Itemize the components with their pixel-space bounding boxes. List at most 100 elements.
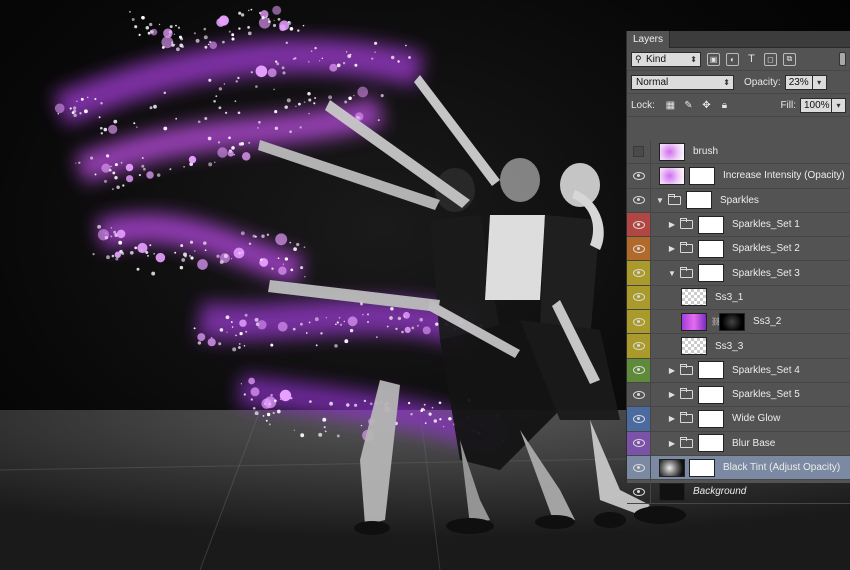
layer-row[interactable]: Increase Intensity (Opacity) <box>627 164 850 189</box>
pixel-layer-filter-icon[interactable]: ▣ <box>707 52 720 66</box>
layer-thumbnail[interactable] <box>681 337 707 356</box>
layer-name[interactable]: Sparkles_Set 1 <box>732 219 800 230</box>
visibility-toggle[interactable] <box>627 334 651 358</box>
layer-thumbnail[interactable] <box>681 288 707 307</box>
layer-name[interactable]: Sparkles_Set 3 <box>732 268 800 279</box>
layer-name[interactable]: Wide Glow <box>732 413 780 424</box>
chevron-right-icon[interactable]: ▶ <box>667 244 677 253</box>
visibility-toggle[interactable] <box>627 310 651 334</box>
visibility-toggle[interactable] <box>627 382 651 407</box>
chevron-right-icon[interactable]: ▶ <box>667 220 677 229</box>
hidden-eye-icon <box>633 146 644 158</box>
layer-row[interactable]: ▶ Blur Base <box>627 431 850 456</box>
layer-row[interactable]: ▶ Sparkles_Set 5 <box>627 382 850 408</box>
visibility-toggle[interactable] <box>627 237 651 261</box>
fill-input[interactable]: 100% <box>800 97 832 113</box>
layer-name[interactable]: Sparkles_Set 4 <box>732 365 800 376</box>
visibility-toggle[interactable] <box>627 261 651 285</box>
lock-all-icon[interactable]: 🔒︎ <box>718 99 731 112</box>
filter-toggle-switch[interactable] <box>839 52 846 66</box>
layer-row[interactable]: ▼ Sparkles_Set 3 <box>627 261 850 286</box>
visibility-toggle[interactable] <box>627 407 651 431</box>
eye-icon <box>632 366 645 375</box>
layer-name[interactable]: Background <box>693 486 746 497</box>
type-layer-filter-icon[interactable]: T <box>745 53 758 66</box>
layer-row[interactable]: ⛓ Ss3_2 <box>627 310 850 335</box>
eye-icon <box>632 196 645 205</box>
layer-thumbnail[interactable] <box>659 166 685 185</box>
layer-name[interactable]: Sparkles_Set 2 <box>732 243 800 254</box>
visibility-toggle[interactable] <box>627 285 651 310</box>
layer-thumbnail[interactable] <box>698 215 724 234</box>
layer-row[interactable]: ▶ Sparkles_Set 1 <box>627 212 850 238</box>
visibility-toggle[interactable] <box>627 140 651 164</box>
blend-mode-select[interactable]: Normal ⬍ <box>631 74 734 90</box>
layer-name[interactable]: Ss3_3 <box>715 341 743 352</box>
layer-name[interactable]: Black Tint (Adjust Opacity) <box>723 462 840 473</box>
layer-thumbnail[interactable] <box>698 434 724 453</box>
visibility-toggle[interactable] <box>627 188 651 212</box>
layer-thumbnail[interactable] <box>659 482 685 501</box>
layer-name[interactable]: Increase Intensity (Opacity) <box>723 170 845 181</box>
chevron-right-icon[interactable]: ▶ <box>667 414 677 423</box>
layer-list: brush Increase Intensity (Opacity) ▼ Sparkl… <box>627 140 850 505</box>
visibility-toggle[interactable] <box>627 358 651 382</box>
visibility-toggle[interactable] <box>627 212 651 237</box>
layer-thumbnail[interactable] <box>659 142 685 161</box>
visibility-toggle[interactable] <box>627 431 651 455</box>
eye-icon <box>632 463 645 472</box>
layer-row[interactable]: ▶ Sparkles_Set 4 <box>627 358 850 383</box>
opacity-input[interactable]: 23% <box>784 74 813 90</box>
layer-thumbnail[interactable] <box>686 191 712 210</box>
layer-row[interactable]: ▶ Wide Glow <box>627 407 850 432</box>
fill-label: Fill: <box>780 99 796 111</box>
eye-icon <box>632 439 645 448</box>
chevron-right-icon[interactable]: ▶ <box>667 439 677 448</box>
layer-thumbnail[interactable] <box>698 361 724 380</box>
layer-mask-thumbnail[interactable] <box>689 166 715 185</box>
visibility-toggle[interactable] <box>627 164 651 188</box>
smart-object-filter-icon[interactable]: ⧉ <box>783 52 796 66</box>
layer-thumbnail[interactable] <box>698 385 724 404</box>
layer-thumbnail[interactable] <box>698 264 724 283</box>
search-icon: ⚲ <box>635 53 642 64</box>
lock-position-icon[interactable]: ✥ <box>700 99 713 112</box>
layer-row[interactable]: brush <box>627 140 850 165</box>
layer-thumbnail[interactable] <box>698 239 724 258</box>
lock-row: Lock: ▦ ✎ ✥ 🔒︎ Fill: 100% ▾ <box>627 94 850 117</box>
layer-mask-thumbnail[interactable] <box>689 458 715 477</box>
layer-name[interactable]: Ss3_2 <box>753 316 781 327</box>
layer-mask-thumbnail[interactable] <box>719 312 745 331</box>
layer-row[interactable]: Black Tint (Adjust Opacity) <box>627 455 850 481</box>
adjustment-layer-filter-icon[interactable]: ◐ <box>726 52 739 66</box>
layer-thumbnail[interactable] <box>681 312 707 331</box>
layer-name[interactable]: Sparkles_Set 5 <box>732 389 800 400</box>
eye-icon <box>632 414 645 423</box>
chevron-down-icon[interactable]: ▼ <box>655 196 665 205</box>
visibility-toggle[interactable] <box>627 455 651 480</box>
layer-thumbnail[interactable] <box>698 409 724 428</box>
chevron-right-icon[interactable]: ▶ <box>667 366 677 375</box>
layer-row[interactable]: Background <box>627 480 850 505</box>
layer-name[interactable]: Ss3_1 <box>715 292 743 303</box>
opacity-slider-button[interactable]: ▾ <box>812 74 827 90</box>
layer-name[interactable]: Blur Base <box>732 438 775 449</box>
layer-row[interactable]: Ss3_3 <box>627 334 850 359</box>
visibility-toggle[interactable] <box>627 480 651 504</box>
shape-layer-filter-icon[interactable]: ◻ <box>764 52 777 66</box>
link-icon[interactable]: ⛓ <box>711 317 721 326</box>
tab-layers[interactable]: Layers <box>627 31 671 48</box>
layer-name[interactable]: brush <box>693 146 718 157</box>
lock-image-pixels-icon[interactable]: ✎ <box>682 99 695 112</box>
chevron-down-icon[interactable]: ▼ <box>667 269 677 278</box>
lock-transparent-pixels-icon[interactable]: ▦ <box>664 99 677 112</box>
layer-thumbnail[interactable] <box>659 458 685 477</box>
layer-row[interactable]: ▶ Sparkles_Set 2 <box>627 237 850 262</box>
fill-slider-button[interactable]: ▾ <box>832 97 846 113</box>
layer-name[interactable]: Sparkles <box>720 195 759 206</box>
filter-kind-select[interactable]: ⚲ Kind ⬍ <box>631 51 701 67</box>
layer-row[interactable]: Ss3_1 <box>627 285 850 311</box>
chevron-right-icon[interactable]: ▶ <box>667 390 677 399</box>
eye-icon <box>632 244 645 253</box>
layer-row[interactable]: ▼ Sparkles <box>627 188 850 213</box>
